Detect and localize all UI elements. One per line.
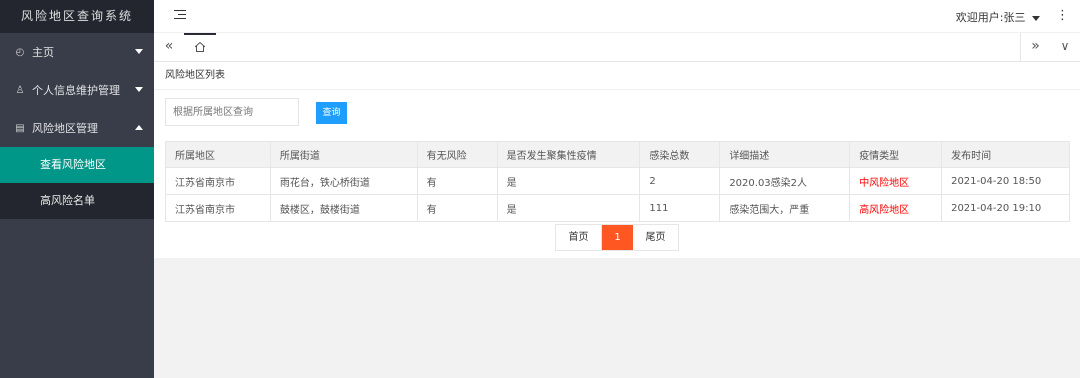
current-page-button[interactable]: 1 (602, 225, 633, 250)
tab-home[interactable] (184, 33, 216, 62)
table-cell: 鼓楼区，鼓楼街道 (269, 194, 418, 222)
menu-collapse-icon[interactable] (174, 10, 186, 22)
home-icon (194, 41, 206, 52)
column-header: 是否发生聚集性疫情 (496, 141, 641, 168)
risk-type-cell: 中风险地区 (849, 167, 943, 195)
tab-scroll-right-icon[interactable]: » (1020, 33, 1050, 62)
table-row[interactable]: 江苏省南京市 雨花台，铁心桥街道 有 是 2 2020.03感染2人 中风险地区… (165, 167, 1070, 195)
sidebar-item-risk-management[interactable]: ▤ 风险地区管理 (0, 109, 154, 147)
dashboard-icon: ◴ (15, 46, 25, 58)
user-icon: ♙ (15, 84, 25, 96)
sidebar-item-home[interactable]: ◴ 主页 (0, 33, 154, 71)
chevron-down-icon (135, 49, 143, 54)
tab-options-chevron-down-icon[interactable]: ∨ (1050, 33, 1080, 62)
caret-down-icon (1032, 15, 1040, 21)
table-header-row: 所属地区 所属街道 有无风险 是否发生聚集性疫情 感染总数 详细描述 疫情类型 … (165, 141, 1070, 168)
column-header: 发布时间 (941, 141, 1070, 168)
sidebar-item-label: 个人信息维护管理 (32, 84, 120, 97)
table-cell: 是 (496, 194, 641, 222)
sidebar-subitem-view-risk-areas[interactable]: 查看风险地区 (0, 147, 154, 183)
tab-scroll-left-icon[interactable]: « (154, 33, 184, 62)
table-cell: 雨花台，铁心桥街道 (269, 167, 418, 195)
top-header: 欢迎用户:张三 ⋮ (154, 0, 1080, 33)
card-title: 风险地区列表 (154, 62, 1080, 90)
sidebar-item-label: 风险地区管理 (32, 122, 98, 135)
user-menu[interactable]: 欢迎用户:张三 (956, 9, 1040, 25)
chevron-up-icon (135, 125, 143, 130)
search-button[interactable]: 查询 (316, 102, 347, 124)
table-cell: 江苏省南京市 (165, 194, 271, 222)
table-cell: 有 (416, 194, 498, 222)
table-cell: 2021-04-20 19:10 (941, 194, 1070, 222)
column-header: 疫情类型 (849, 141, 943, 168)
table-cell: 2020.03感染2人 (719, 167, 851, 195)
chevron-down-icon (135, 87, 143, 92)
last-page-button[interactable]: 尾页 (633, 225, 678, 250)
column-header: 有无风险 (416, 141, 498, 168)
table-cell: 江苏省南京市 (165, 167, 271, 195)
table-row[interactable]: 江苏省南京市 鼓楼区，鼓楼街道 有 是 111 感染范围大，严重 高风险地区 2… (165, 194, 1070, 222)
document-icon: ▤ (15, 122, 25, 134)
user-welcome-label: 欢迎用户:张三 (955, 11, 1026, 24)
tab-bar: « » ∨ (154, 33, 1080, 62)
sidebar-submenu: 查看风险地区 高风险名单 (0, 147, 154, 219)
sidebar-item-label: 主页 (32, 46, 54, 59)
table-cell: 2 (639, 167, 721, 195)
risk-type-cell: 高风险地区 (849, 194, 943, 222)
column-header: 详细描述 (719, 141, 851, 168)
main-area: 欢迎用户:张三 ⋮ « » ∨ 风险地区列表 查询 所属地区 所属街道 (154, 0, 1080, 378)
risk-area-table: 所属地区 所属街道 有无风险 是否发生聚集性疫情 感染总数 详细描述 疫情类型 … (165, 141, 1070, 222)
table-cell: 111 (639, 194, 721, 222)
column-header: 所属地区 (165, 141, 271, 168)
more-vertical-icon[interactable]: ⋮ (1056, 8, 1069, 23)
table-cell: 有 (416, 167, 498, 195)
column-header: 所属街道 (269, 141, 418, 168)
column-header: 感染总数 (639, 141, 721, 168)
app-logo-title: 风险地区查询系统 (0, 0, 154, 33)
table-cell: 感染范围大，严重 (719, 194, 851, 222)
search-input[interactable] (165, 98, 299, 126)
sidebar: 风险地区查询系统 ◴ 主页 ♙ 个人信息维护管理 ▤ 风险地区管理 查看风险地区… (0, 0, 154, 378)
table-cell: 2021-04-20 18:50 (941, 167, 1070, 195)
sidebar-item-personal-info[interactable]: ♙ 个人信息维护管理 (0, 71, 154, 109)
first-page-button[interactable]: 首页 (556, 225, 602, 250)
sidebar-subitem-high-risk-list[interactable]: 高风险名单 (0, 183, 154, 219)
risk-area-list-card: 风险地区列表 查询 所属地区 所属街道 有无风险 是否发生聚集性疫情 感染总数 … (154, 62, 1080, 258)
table-cell: 是 (496, 167, 641, 195)
pagination: 首页 1 尾页 (555, 224, 679, 251)
